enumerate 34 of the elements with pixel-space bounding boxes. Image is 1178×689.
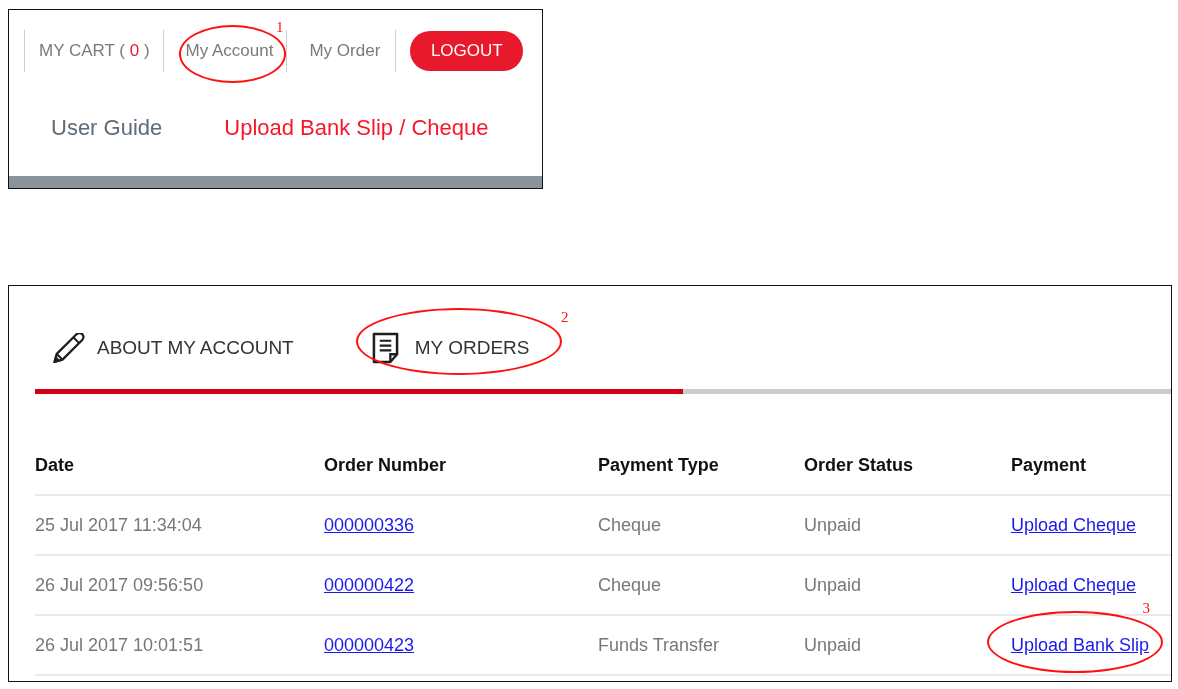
order-number-link[interactable]: 000000423	[324, 634, 415, 655]
table-cell: Cheque	[598, 574, 662, 595]
order-number-link[interactable]: 000000336	[324, 514, 415, 535]
table-cell: Unpaid	[804, 514, 862, 535]
date-cell: 26 Jul 2017 09:56:50	[35, 574, 204, 595]
table-cell: Cheque	[598, 514, 662, 535]
logout-button[interactable]: LOGOUT	[410, 31, 524, 71]
tab[interactable]: ABOUT MY ACCOUNT	[53, 328, 294, 368]
upload-link[interactable]: Upload Cheque	[1011, 514, 1137, 535]
cart-link[interactable]: MY CART ( 0 )	[39, 41, 150, 61]
order-number-link[interactable]: 000000422	[324, 574, 415, 595]
annotation-number: 3	[1142, 600, 1151, 616]
column-header: Payment	[1011, 454, 1087, 475]
annotation-number: 2	[560, 310, 569, 325]
column-header: Order Number	[324, 454, 447, 475]
header-link[interactable]: User Guide	[51, 115, 163, 141]
pencil-icon	[53, 333, 85, 363]
column-header: Date	[35, 454, 74, 475]
table-cell: Funds Transfer	[598, 634, 720, 655]
cart-count: 0	[129, 41, 140, 60]
nav-link[interactable]: My Order	[309, 41, 381, 60]
date-cell: 25 Jul 2017 11:34:04	[35, 514, 202, 535]
date-cell: 26 Jul 2017 10:01:51	[35, 634, 204, 655]
table-cell: Unpaid	[804, 574, 862, 595]
header-link[interactable]: Upload Bank Slip / Cheque	[224, 115, 489, 141]
tab[interactable]: MY ORDERS	[371, 328, 530, 368]
upload-link[interactable]: Upload Cheque	[1011, 574, 1137, 595]
upload-link[interactable]: Upload Bank Slip	[1011, 634, 1150, 655]
column-header: Order Status	[804, 454, 914, 475]
table-cell: Unpaid	[804, 634, 862, 655]
document-icon	[371, 332, 399, 364]
column-header: Payment Type	[598, 454, 719, 475]
nav-link[interactable]: My Account	[185, 41, 274, 60]
annotation-number: 1	[275, 20, 284, 35]
